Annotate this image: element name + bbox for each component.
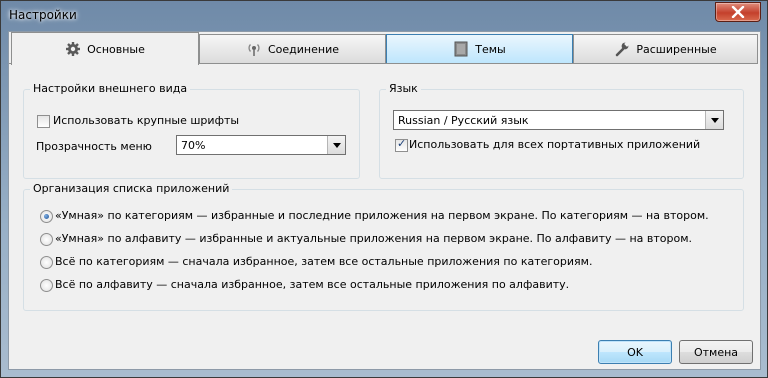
tab-themes[interactable]: Темы — [386, 34, 573, 63]
radio-smart-categories-label[interactable]: «Умная» по категориям — избранные и посл… — [55, 209, 709, 222]
tab-general[interactable]: Основные — [11, 32, 199, 65]
tab-strip: Основные Соединение Темы Расширенные — [9, 32, 760, 65]
appearance-group: Настройки внешнего вида Использовать кру… — [23, 82, 360, 179]
dialog-footer: OK Отмена — [9, 337, 760, 369]
radio-all-alphabet-label[interactable]: Всё по алфавиту — сначала избранное, зат… — [55, 278, 569, 291]
close-button[interactable] — [715, 2, 761, 22]
cancel-button[interactable]: Отмена — [679, 340, 753, 364]
large-fonts-checkbox[interactable] — [37, 115, 50, 128]
chevron-down-icon[interactable] — [327, 136, 345, 154]
radio-all-categories[interactable] — [40, 256, 53, 269]
transparency-dropdown[interactable]: 70% — [176, 135, 346, 155]
chevron-down-icon[interactable] — [705, 111, 723, 129]
transparency-label: Прозрачность меню — [36, 140, 152, 153]
settings-window: Настройки Основные Соединение Темы Расши… — [0, 0, 768, 378]
close-icon — [731, 6, 745, 18]
language-group: Язык Russian / Русский язык Использовать… — [379, 82, 744, 179]
gear-icon — [66, 42, 81, 56]
tab-general-label: Основные — [87, 42, 145, 56]
portable-label[interactable]: Использовать для всех портативных прилож… — [409, 138, 700, 151]
tab-themes-label: Темы — [475, 42, 506, 56]
organization-legend: Организация списка приложений — [30, 182, 233, 195]
theme-icon — [454, 41, 468, 57]
radio-smart-alphabet[interactable] — [40, 233, 53, 246]
tab-advanced[interactable]: Расширенные — [573, 34, 758, 63]
radio-all-alphabet[interactable] — [40, 279, 53, 292]
language-legend: Язык — [386, 82, 421, 95]
radio-smart-categories[interactable] — [40, 210, 53, 223]
radio-all-categories-label[interactable]: Всё по категориям — сначала избранное, з… — [55, 255, 592, 268]
ok-button[interactable]: OK — [598, 340, 672, 364]
ok-button-label: OK — [627, 345, 643, 359]
language-value: Russian / Русский язык — [398, 114, 529, 127]
appearance-legend: Настройки внешнего вида — [30, 82, 191, 95]
organization-group: Организация списка приложений «Умная» по… — [23, 182, 744, 311]
general-tab-panel: Настройки внешнего вида Использовать кру… — [9, 63, 758, 338]
window-title: Настройки — [9, 8, 77, 22]
transparency-value: 70% — [181, 139, 206, 152]
dialog-client: Основные Соединение Темы Расширенные Нас… — [8, 31, 761, 370]
large-fonts-label[interactable]: Использовать крупные шрифты — [53, 114, 239, 127]
cancel-button-label: Отмена — [693, 345, 739, 359]
language-dropdown[interactable]: Russian / Русский язык — [393, 110, 724, 130]
wrench-icon — [616, 41, 631, 57]
broadcast-icon — [248, 44, 260, 56]
title-bar[interactable]: Настройки — [1, 1, 767, 31]
portable-checkbox[interactable] — [395, 137, 408, 152]
tab-advanced-label: Расширенные — [636, 42, 717, 56]
radio-smart-alphabet-label[interactable]: «Умная» по алфавиту — избранные и актуал… — [55, 232, 692, 245]
tab-connection[interactable]: Соединение — [199, 34, 386, 63]
tab-connection-label: Соединение — [267, 42, 339, 56]
